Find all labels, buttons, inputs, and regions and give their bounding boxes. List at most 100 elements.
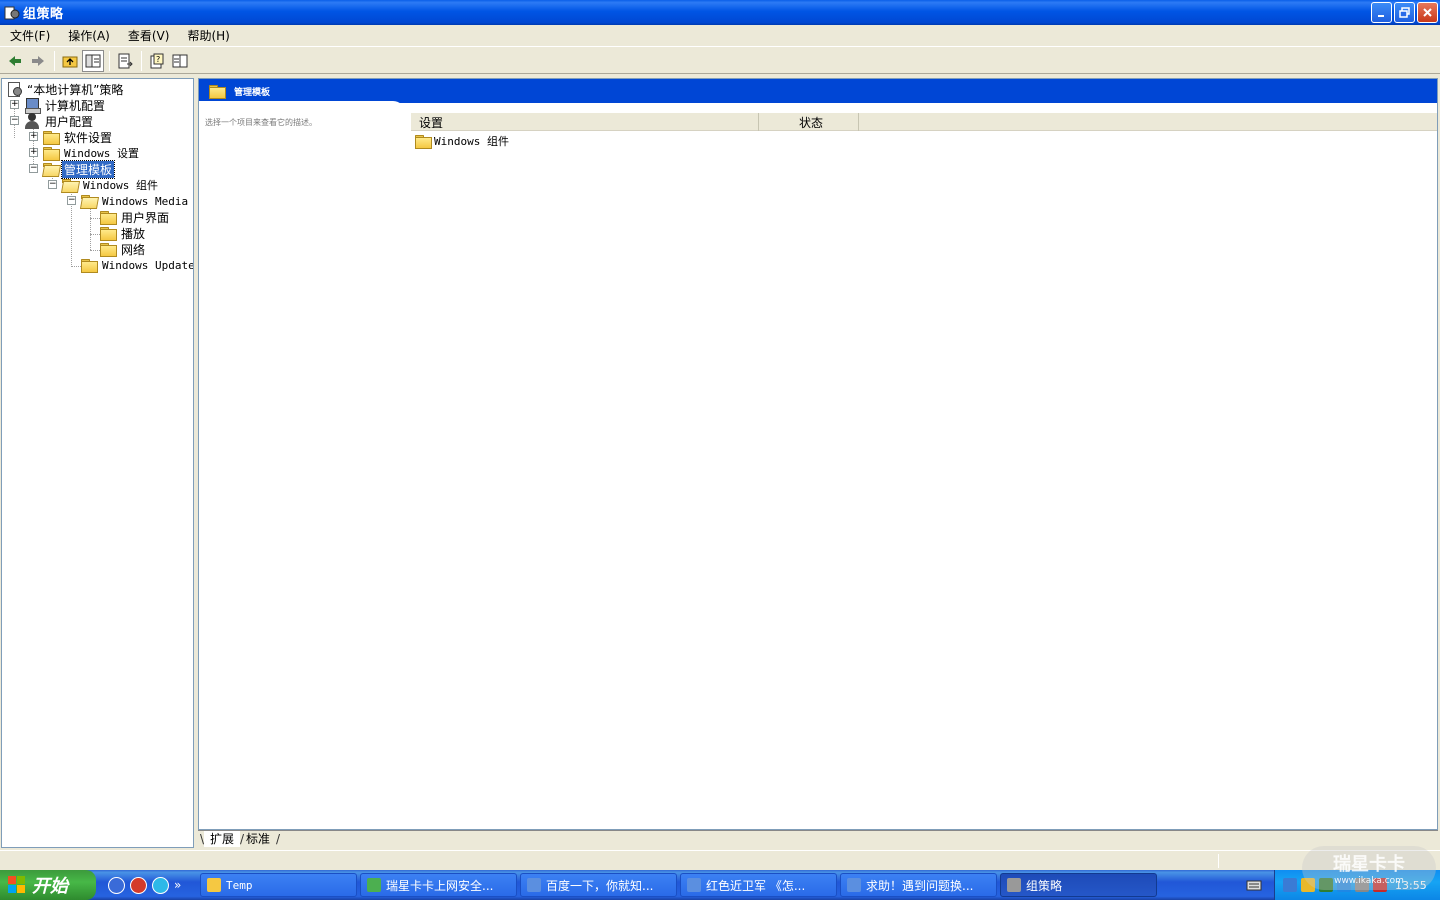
tree-pane-icon: [85, 54, 101, 67]
antivirus-icon[interactable]: [1337, 878, 1351, 892]
taskbar-item-forum[interactable]: 红色近卫军 《怎...: [680, 873, 837, 897]
tree-node-label: 用户配置: [45, 114, 94, 129]
collapse-minus-icon[interactable]: −: [48, 180, 57, 189]
tree-node-label: 用户界面: [121, 210, 170, 225]
split-view-icon: [172, 54, 188, 67]
tree-node-windows-components[interactable]: Windows 组件: [62, 177, 160, 193]
description-text: 选择一个项目来查看它的描述。: [205, 118, 317, 127]
policy-icon: [6, 81, 22, 97]
export-list-icon: [118, 53, 133, 68]
expand-plus-icon[interactable]: +: [29, 148, 38, 157]
list-item-label: Windows 组件: [434, 135, 509, 148]
quick-launch-qq-icon[interactable]: [152, 876, 169, 894]
taskbar-item-help[interactable]: 求助！遇到问题换...: [840, 873, 997, 897]
folder-icon: [43, 146, 60, 161]
forward-button[interactable]: [27, 50, 49, 72]
forward-arrow-icon: [32, 55, 44, 66]
window-title: 组策略: [23, 7, 64, 22]
details-pane: 管理模板 选择一个项目来查看它的描述。 设置 状态 Windows 组件: [198, 78, 1438, 830]
menu-view[interactable]: 查看(V): [122, 27, 176, 44]
show-hide-tree-button[interactable]: [82, 49, 104, 72]
properties-button[interactable]: [169, 50, 191, 72]
tree-node-user-config[interactable]: 用户配置: [24, 113, 95, 129]
collapse-minus-icon[interactable]: −: [67, 196, 76, 205]
tree-node-windows-settings[interactable]: Windows 设置: [43, 145, 141, 161]
taskbar-item-temp[interactable]: Temp: [200, 873, 357, 897]
view-tabs: 扩展 标准: [198, 830, 1438, 848]
status-bar: [0, 850, 1440, 870]
system-tray: 13:55: [1274, 870, 1440, 900]
rising-tray-icon[interactable]: [1373, 878, 1387, 892]
folder-up-icon: [62, 56, 78, 67]
monitor-icon[interactable]: [1355, 878, 1369, 892]
shield-icon[interactable]: [1319, 878, 1333, 892]
tree-node-label: 播放: [121, 226, 146, 241]
tree-node-computer-config[interactable]: 计算机配置: [24, 97, 107, 114]
taskbar-item-rising[interactable]: 瑞星卡卡上网安全...: [360, 873, 517, 897]
list-item[interactable]: Windows 组件: [415, 133, 509, 149]
tree-node-software-settings[interactable]: 软件设置: [43, 129, 114, 145]
security-icon[interactable]: [1301, 878, 1315, 892]
export-list-button[interactable]: [114, 50, 136, 72]
taskbar-item-baidu[interactable]: 百度一下，你就知...: [520, 873, 677, 897]
quick-launch-user-icon[interactable]: [108, 876, 125, 894]
ie-icon: [527, 878, 541, 892]
menu-file[interactable]: 文件(F): [4, 27, 56, 44]
quick-launch-browser-icon[interactable]: [130, 876, 147, 894]
back-arrow-icon: [9, 55, 21, 66]
tree-node-windows-update[interactable]: Windows Update: [81, 257, 194, 273]
group-policy-app-icon: [4, 5, 20, 21]
help-button[interactable]: ?: [146, 50, 168, 72]
tree-node-windows-media[interactable]: Windows Media P: [81, 193, 193, 209]
toolbar: ?: [0, 48, 1440, 74]
help-document-icon: ?: [150, 53, 164, 68]
keyboard-icon[interactable]: [1246, 878, 1262, 892]
rising-icon: [367, 878, 381, 892]
column-header-state[interactable]: 状态: [759, 113, 859, 131]
tree-node-label: 网络: [121, 242, 146, 257]
tree-node-network[interactable]: 网络: [100, 241, 147, 257]
open-folder-icon: [43, 162, 59, 176]
tree-node-label: 计算机配置: [45, 98, 106, 113]
toolbar-separator: [141, 50, 142, 71]
open-folder-icon: [81, 194, 97, 208]
minimize-button[interactable]: [1371, 2, 1392, 23]
tree-node-user-interface[interactable]: 用户界面: [100, 209, 171, 225]
collapse-minus-icon[interactable]: −: [29, 164, 38, 173]
folder-icon: [100, 242, 117, 257]
menu-help[interactable]: 帮助(H): [181, 27, 235, 44]
tree-node-playback[interactable]: 播放: [100, 225, 147, 241]
tree-node-label: Windows 组件: [83, 179, 158, 192]
tree-node-label: Windows 设置: [64, 147, 139, 160]
up-one-level-button[interactable]: [59, 50, 81, 72]
start-button[interactable]: 开始: [0, 870, 96, 900]
taskbar-item-group-policy[interactable]: 组策略: [1000, 873, 1157, 897]
tab-standard[interactable]: 标准: [240, 831, 280, 847]
expand-plus-icon[interactable]: +: [10, 100, 19, 109]
column-header-setting[interactable]: 设置: [411, 113, 759, 131]
restore-icon: [1399, 7, 1410, 18]
taskbar-item-label: 百度一下，你就知...: [546, 878, 654, 893]
clock[interactable]: 13:55: [1395, 879, 1427, 892]
toolbar-separator: [54, 50, 55, 71]
folder-icon: [81, 258, 98, 273]
collapse-minus-icon[interactable]: −: [10, 116, 19, 125]
close-button[interactable]: [1417, 2, 1438, 23]
title-bar[interactable]: 组策略: [0, 0, 1440, 25]
expand-plus-icon[interactable]: +: [29, 132, 38, 141]
network-icon[interactable]: [1283, 878, 1297, 892]
folder-icon: [209, 84, 226, 99]
taskbar-item-label: Temp: [226, 878, 253, 892]
folder-icon: [100, 210, 117, 225]
restore-button[interactable]: [1394, 2, 1415, 23]
tab-extended[interactable]: 扩展: [200, 831, 244, 847]
quick-launch-more-icon[interactable]: »: [174, 878, 181, 892]
tree-node-admin-templates[interactable]: 管理模板: [43, 159, 116, 179]
back-button[interactable]: [4, 50, 26, 72]
taskbar-item-label: 组策略: [1026, 878, 1063, 893]
menu-action[interactable]: 操作(A): [62, 27, 116, 44]
console-tree[interactable]: “本地计算机”策略 + 计算机配置 − 用户配置 + 软件设置 + Window…: [1, 78, 194, 848]
folder-icon: [43, 130, 60, 145]
tree-node-label: Windows Update: [102, 258, 194, 272]
tree-node-local-computer-policy[interactable]: “本地计算机”策略: [6, 81, 125, 97]
